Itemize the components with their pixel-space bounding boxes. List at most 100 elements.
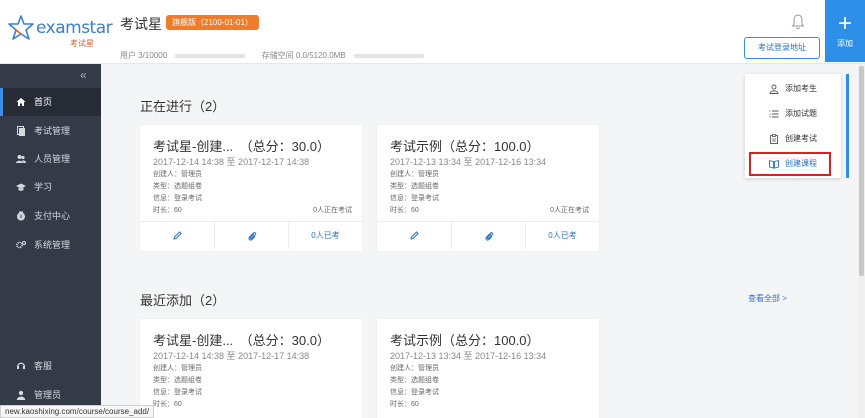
sidebar-item-learning[interactable]: 学习 bbox=[0, 173, 101, 201]
scrollbar-thumb[interactable] bbox=[859, 66, 864, 276]
svg-text:¥: ¥ bbox=[19, 215, 22, 221]
gear-icon bbox=[16, 240, 26, 249]
logo[interactable]: examstar 考试星 bbox=[8, 12, 113, 52]
user-icon bbox=[16, 390, 26, 400]
exam-date-range: 2017-12-13 13:34 至 2017-12-16 13:34 bbox=[390, 351, 547, 361]
exam-status: 0人正在考试 bbox=[313, 207, 352, 214]
page-scrollbar[interactable] bbox=[858, 64, 865, 418]
pencil-icon bbox=[409, 231, 419, 241]
exam-info: 信息：登录考试 bbox=[390, 195, 439, 202]
exam-duration: 时长：60 bbox=[390, 401, 419, 408]
sidebar-item-label: 支付中心 bbox=[34, 211, 71, 221]
exam-date-range: 2017-12-14 14:38 至 2017-12-17 14:38 bbox=[153, 351, 310, 361]
storage-label: 存储空间 bbox=[261, 51, 294, 60]
exam-creator: 创建人：管理员 bbox=[390, 365, 439, 372]
pencil-icon bbox=[172, 231, 182, 241]
sidebar-item-label: 客服 bbox=[34, 361, 53, 371]
collapse-sidebar-icon[interactable]: « bbox=[80, 68, 87, 82]
users-value: 3/10000 bbox=[138, 51, 168, 60]
menu-item-add-question[interactable]: 添加试题 bbox=[745, 104, 841, 124]
top-header: examstar 考试星 考试星 旗舰版（2100-01-01） 用户 3/10… bbox=[0, 0, 865, 64]
logo-subtext: 考试星 bbox=[70, 39, 94, 48]
sidebar-item-label: 首页 bbox=[34, 97, 53, 107]
users-usage-bar bbox=[175, 53, 246, 58]
menu-item-add-examinee[interactable]: 添加考生 bbox=[745, 79, 841, 99]
logo-text: examstar bbox=[36, 18, 113, 38]
users-label: 用户 bbox=[120, 51, 136, 60]
dropdown-accent-strip bbox=[846, 74, 849, 178]
sidebar-item-people-management[interactable]: 人员管理 bbox=[0, 145, 101, 173]
exam-type: 类型：选题组卷 bbox=[390, 183, 439, 190]
attachment-button[interactable] bbox=[214, 222, 288, 249]
exam-duration: 时长：60 bbox=[390, 207, 419, 214]
star-logo-icon bbox=[8, 15, 34, 40]
usage-info: 用户 3/10000 存储空间 0.0/5120.0MB bbox=[120, 50, 438, 61]
exam-title[interactable]: 考试星-创建... （总分：30.0） bbox=[153, 136, 330, 155]
sidebar-item-label: 人员管理 bbox=[34, 154, 71, 164]
edit-button[interactable] bbox=[140, 222, 214, 249]
exam-date-range: 2017-12-14 14:38 至 2017-12-17 14:38 bbox=[153, 157, 310, 167]
menu-item-create-exam[interactable]: 创建考试 bbox=[745, 129, 841, 149]
exam-card[interactable]: 考试星-创建... （总分：30.0） 2017-12-14 14:38 至 2… bbox=[140, 319, 362, 418]
exam-creator: 创建人：管理员 bbox=[153, 171, 202, 178]
recent-section-title: 最近添加（2） bbox=[140, 293, 226, 308]
login-url-button[interactable]: 考试登录地址 bbox=[744, 37, 820, 59]
exam-title[interactable]: 考试示例（总分：100.0） bbox=[390, 136, 540, 155]
exam-card[interactable]: 考试星-创建... （总分：30.0） 2017-12-14 14:38 至 2… bbox=[140, 125, 362, 251]
exam-taken-count[interactable]: 0人已考 bbox=[288, 222, 362, 249]
page-title: 考试星 bbox=[120, 16, 162, 32]
view-all-link[interactable]: 查看全部 > bbox=[748, 293, 787, 304]
menu-item-label: 添加试题 bbox=[785, 109, 817, 118]
exam-type: 类型：选题组卷 bbox=[153, 183, 202, 190]
exam-title[interactable]: 考试星-创建... （总分：30.0） bbox=[153, 330, 330, 349]
exam-duration: 时长：60 bbox=[153, 401, 182, 408]
exam-status: 0人正在考试 bbox=[550, 207, 589, 214]
add-button[interactable]: + 添加 bbox=[825, 0, 865, 62]
sidebar-item-system-management[interactable]: 系统管理 bbox=[0, 231, 101, 259]
exam-card[interactable]: 考试示例（总分：100.0） 2017-12-13 13:34 至 2017-1… bbox=[377, 319, 599, 418]
add-button-label: 添加 bbox=[837, 39, 853, 48]
menu-item-label: 创建考试 bbox=[785, 134, 817, 143]
sidebar-item-label: 学习 bbox=[34, 182, 53, 192]
edit-button[interactable] bbox=[377, 222, 451, 249]
exam-info: 信息：登录考试 bbox=[390, 389, 439, 396]
exam-creator: 创建人：管理员 bbox=[153, 365, 202, 372]
home-icon bbox=[16, 98, 26, 106]
exam-type: 类型：选题组卷 bbox=[390, 377, 439, 384]
exam-type: 类型：选题组卷 bbox=[153, 377, 202, 384]
storage-usage-bar bbox=[353, 53, 424, 58]
exam-creator: 创建人：管理员 bbox=[390, 171, 439, 178]
exam-taken-count[interactable]: 0人已考 bbox=[525, 222, 599, 249]
card-actions: 0人已考 bbox=[140, 221, 362, 249]
payment-icon: ¥ bbox=[17, 211, 25, 221]
graduation-cap-icon bbox=[16, 183, 26, 191]
version-badge: 旗舰版（2100-01-01） bbox=[166, 15, 259, 30]
plus-icon: + bbox=[837, 10, 852, 37]
sidebar-item-customer-service[interactable]: 客服 bbox=[0, 352, 101, 380]
headset-icon bbox=[16, 362, 26, 369]
exam-card[interactable]: 考试示例（总分：100.0） 2017-12-13 13:34 至 2017-1… bbox=[377, 125, 599, 251]
attachment-button[interactable] bbox=[451, 222, 525, 249]
sidebar-item-payment-center[interactable]: ¥ 支付中心 bbox=[0, 202, 101, 230]
menu-item-create-course[interactable]: 创建课程 bbox=[749, 152, 831, 176]
exam-info: 信息：登录考试 bbox=[153, 389, 202, 396]
exam-title[interactable]: 考试示例（总分：100.0） bbox=[390, 330, 540, 349]
clipboard-icon bbox=[770, 134, 778, 144]
bell-icon[interactable] bbox=[791, 14, 805, 30]
storage-value: 0.0/5120.0MB bbox=[295, 51, 346, 60]
users-icon bbox=[16, 155, 26, 163]
link-status-bar: new.kaoshixing.com/course/course_add/ bbox=[0, 405, 155, 418]
sidebar: « 首页 考试管理 人员管理 学习 ¥ 支付中心 系统管理 客服 管理员 bbox=[0, 64, 101, 418]
sidebar-item-exam-management[interactable]: 考试管理 bbox=[0, 117, 101, 145]
card-actions: 0人已考 bbox=[377, 221, 599, 249]
sidebar-item-home[interactable]: 首页 bbox=[0, 88, 101, 116]
menu-item-label: 创建课程 bbox=[785, 159, 817, 168]
sidebar-item-label: 考试管理 bbox=[34, 126, 71, 136]
exam-icon bbox=[17, 126, 25, 136]
paperclip-icon bbox=[484, 231, 493, 241]
exam-duration: 时长：60 bbox=[153, 207, 182, 214]
sidebar-item-label: 管理员 bbox=[34, 390, 62, 400]
menu-item-label: 添加考生 bbox=[785, 84, 817, 93]
paperclip-icon bbox=[247, 231, 256, 241]
add-dropdown-menu: 添加考生 添加试题 创建考试 创建课程 bbox=[745, 74, 841, 178]
